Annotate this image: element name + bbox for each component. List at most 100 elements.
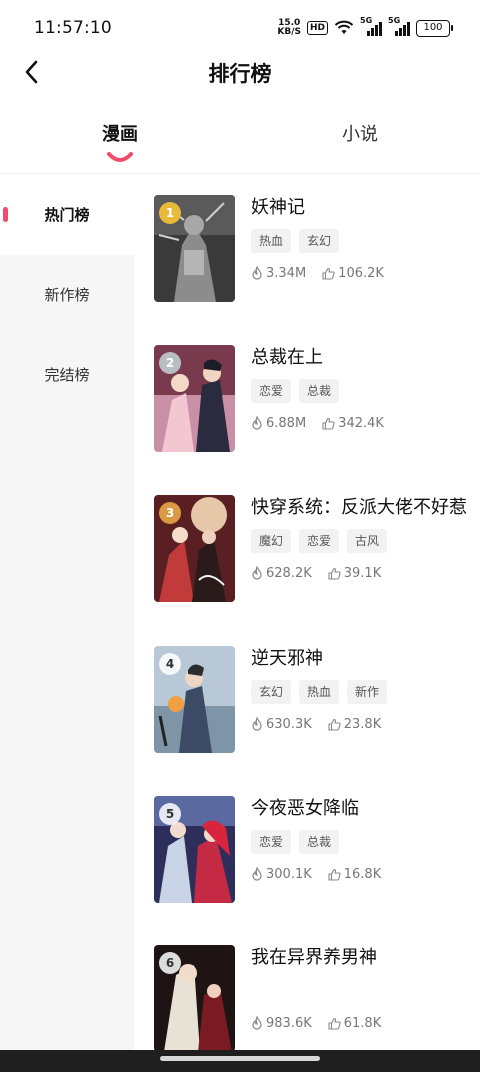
like-stat: 23.8K <box>328 717 381 732</box>
flame-icon <box>252 566 262 580</box>
rank-badge: 4 <box>159 653 181 675</box>
stats: 628.2K 39.1K <box>251 565 471 581</box>
thumbs-up-icon <box>328 567 341 580</box>
like-stat: 61.8K <box>328 1016 381 1031</box>
list-item[interactable]: 6 我在异界养男神 983.6K 61.8K <box>154 945 474 1055</box>
wifi-icon <box>334 20 354 34</box>
thumbs-up-icon <box>328 868 341 881</box>
like-stat: 106.2K <box>322 266 384 281</box>
genre-tag: 恋爱 <box>251 379 292 403</box>
signal-1-label: 5G <box>360 16 373 25</box>
flame-icon <box>252 1016 262 1030</box>
tag-list: 魔幻 恋爱 古风 <box>251 529 471 553</box>
tag-list: 恋爱 总裁 <box>251 830 471 854</box>
cover-image: 1 <box>154 195 235 302</box>
like-value: 61.8K <box>343 1015 382 1031</box>
heat-stat: 983.6K <box>251 1016 312 1031</box>
thumbs-up-icon <box>322 417 335 430</box>
comic-title: 我在异界养男神 <box>251 947 377 968</box>
flame-icon <box>252 867 262 881</box>
tab-xiaoshuo[interactable]: 小说 <box>300 120 420 146</box>
thumbs-up-icon <box>328 1017 341 1030</box>
ranking-list: 1 妖神记 热血 玄幻 3.34M 106.2K 2 总裁在上 恋爱 总裁 6.… <box>134 175 480 1055</box>
list-item[interactable]: 1 妖神记 热血 玄幻 3.34M 106.2K <box>154 195 474 305</box>
page-title: 排行榜 <box>208 62 272 86</box>
like-value: 342.4K <box>338 415 384 431</box>
genre-tag: 恋爱 <box>299 529 340 553</box>
status-icons: 15.0 KB/S HD 5G 5G 100 <box>277 16 453 39</box>
flame-icon <box>252 717 262 731</box>
rank-badge: 2 <box>159 352 181 374</box>
rank-badge: 5 <box>159 803 181 825</box>
genre-tag: 玄幻 <box>299 229 340 253</box>
stats: 630.3K 23.8K <box>251 716 471 732</box>
item-info: 快穿系统：反派大佬不好惹 魔幻 恋爱 古风 628.2K 39.1K <box>251 495 471 581</box>
list-item[interactable]: 4 逆天邪神 玄幻 热血 新作 630.3K 23.8K <box>154 646 474 756</box>
heat-value: 628.2K <box>266 565 312 581</box>
tag-list: 恋爱 总裁 <box>251 379 471 403</box>
flame-icon <box>252 266 262 280</box>
comic-title: 总裁在上 <box>251 347 323 368</box>
item-info: 逆天邪神 玄幻 热血 新作 630.3K 23.8K <box>251 646 471 732</box>
genre-tag: 热血 <box>299 680 340 704</box>
heat-stat: 6.88M <box>251 416 306 431</box>
network-speed-unit: KB/S <box>277 27 301 37</box>
signal-2-label: 5G <box>388 16 401 25</box>
comic-title: 逆天邪神 <box>251 648 323 669</box>
sidebar-active-marker <box>3 207 8 222</box>
system-nav-bar <box>0 1050 480 1072</box>
list-item[interactable]: 3 快穿系统：反派大佬不好惹 魔幻 恋爱 古风 628.2K 39.1K <box>154 495 474 605</box>
item-info: 总裁在上 恋爱 总裁 6.88M 342.4K <box>251 345 471 431</box>
genre-tag: 古风 <box>347 529 388 553</box>
genre-tag: 恋爱 <box>251 830 292 854</box>
sidebar-item-label: 完结榜 <box>44 366 90 384</box>
network-speed: 15.0 KB/S <box>277 19 301 37</box>
hd-icon: HD <box>306 21 328 35</box>
heat-stat: 628.2K <box>251 566 312 581</box>
status-time: 11:57:10 <box>34 18 112 38</box>
heat-value: 630.3K <box>266 716 312 732</box>
tab-manhua[interactable]: 漫画 <box>60 120 180 146</box>
heat-value: 983.6K <box>266 1015 312 1031</box>
genre-tag: 魔幻 <box>251 529 292 553</box>
cover-image: 6 <box>154 945 235 1052</box>
rank-badge: 3 <box>159 502 181 524</box>
list-item[interactable]: 2 总裁在上 恋爱 总裁 6.88M 342.4K <box>154 345 474 455</box>
cover-image: 4 <box>154 646 235 753</box>
genre-tag: 新作 <box>347 680 388 704</box>
tag-list <box>251 979 471 1003</box>
like-value: 16.8K <box>343 866 382 882</box>
heat-value: 3.34M <box>266 265 307 281</box>
heat-stat: 630.3K <box>251 717 312 732</box>
comic-title: 今夜恶女降临 <box>251 798 359 819</box>
category-tabs: 漫画 小说 <box>0 110 480 174</box>
sidebar-item-label: 新作榜 <box>44 286 90 304</box>
genre-tag: 热血 <box>251 229 292 253</box>
cover-image: 2 <box>154 345 235 452</box>
cover-image: 5 <box>154 796 235 903</box>
rank-badge: 6 <box>159 952 181 974</box>
like-value: 39.1K <box>343 565 382 581</box>
heat-stat: 300.1K <box>251 867 312 882</box>
item-info: 今夜恶女降临 恋爱 总裁 300.1K 16.8K <box>251 796 471 882</box>
comic-title: 妖神记 <box>251 197 305 218</box>
heat-value: 6.88M <box>266 415 307 431</box>
flame-icon <box>252 416 262 430</box>
list-item[interactable]: 5 今夜恶女降临 恋爱 总裁 300.1K 16.8K <box>154 796 474 906</box>
thumbs-up-icon <box>328 718 341 731</box>
signal-5g-icon-2: 5G <box>388 16 410 36</box>
heat-value: 300.1K <box>266 866 312 882</box>
item-info: 我在异界养男神 983.6K 61.8K <box>251 945 471 1031</box>
sidebar-item-hot[interactable]: 热门榜 <box>0 175 134 255</box>
sidebar-item-finished[interactable]: 完结榜 <box>0 335 134 415</box>
thumbs-up-icon <box>322 267 335 280</box>
item-info: 妖神记 热血 玄幻 3.34M 106.2K <box>251 195 471 281</box>
like-stat: 16.8K <box>328 867 381 882</box>
like-stat: 39.1K <box>328 566 381 581</box>
home-indicator[interactable] <box>160 1056 320 1061</box>
sidebar-item-new[interactable]: 新作榜 <box>0 255 134 335</box>
rank-badge: 1 <box>159 202 181 224</box>
ranking-sidebar: 热门榜 新作榜 完结榜 <box>0 175 134 1055</box>
tag-list: 玄幻 热血 新作 <box>251 680 471 704</box>
stats: 6.88M 342.4K <box>251 415 471 431</box>
